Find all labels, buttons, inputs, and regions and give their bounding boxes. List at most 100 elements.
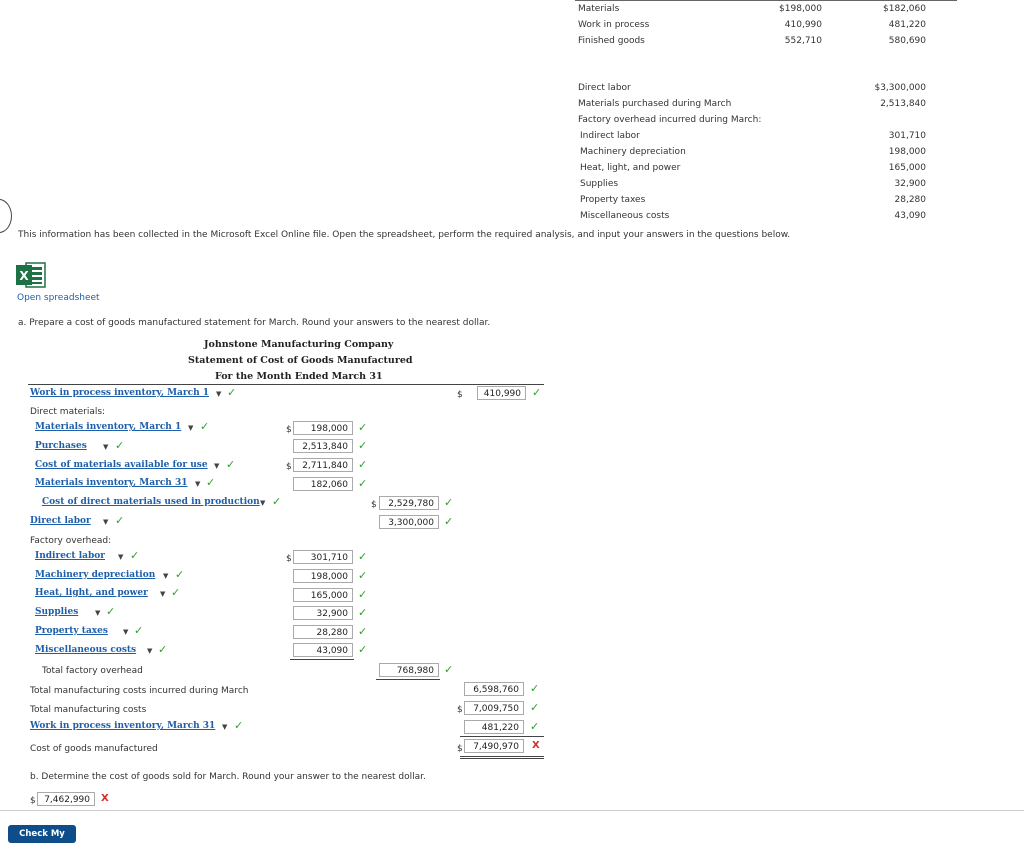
chevron-down-icon[interactable]: ▼ [147, 647, 152, 655]
divider [0, 810, 1024, 811]
materials-end-input[interactable]: 182,060 [293, 477, 353, 491]
row-value: 301,710 [888, 131, 926, 141]
total-overhead-input[interactable]: 768,980 [379, 663, 439, 677]
wip-begin-input[interactable]: 410,990 [477, 386, 526, 400]
chevron-down-icon[interactable]: ▼ [160, 590, 165, 598]
row-label: Work in process [578, 20, 650, 30]
correct-check-icon: ✓ [358, 588, 368, 601]
tmc-input[interactable]: 7,009,750 [464, 701, 524, 715]
row-value: 2,513,840 [880, 99, 926, 109]
dollar-sign: $ [286, 462, 292, 472]
chevron-down-icon[interactable]: ▼ [95, 609, 100, 617]
check-my-work-button[interactable]: Check My Work [8, 825, 76, 857]
dollar-sign: $ [457, 390, 463, 400]
chevron-down-icon[interactable]: ▼ [216, 390, 221, 398]
oh-item-dropdown[interactable]: Miscellaneous costs [35, 645, 136, 655]
correct-check-icon: ✓ [134, 624, 144, 637]
chevron-down-icon[interactable]: ▼ [260, 499, 265, 507]
double-rule [460, 756, 544, 757]
correct-check-icon: ✓ [444, 663, 454, 676]
subtotal-rule [376, 679, 440, 680]
chevron-down-icon[interactable]: ▼ [214, 462, 219, 470]
chevron-down-icon[interactable]: ▼ [163, 572, 168, 580]
correct-check-icon: ✓ [530, 701, 540, 714]
chevron-down-icon[interactable]: ▼ [188, 424, 193, 432]
dollar-sign: $ [286, 554, 292, 564]
wip-end-dropdown[interactable]: Work in process inventory, March 31 [30, 721, 215, 731]
wip-end-input[interactable]: 481,220 [464, 720, 524, 734]
tmc-incurred-input[interactable]: 6,598,760 [464, 682, 524, 696]
oh-item-input[interactable]: 301,710 [293, 550, 353, 564]
dollar-sign: $ [457, 705, 463, 715]
materials-begin-input[interactable]: 198,000 [293, 421, 353, 435]
materials-end-dropdown[interactable]: Materials inventory, March 31 [35, 478, 188, 488]
chevron-down-icon[interactable]: ▼ [195, 480, 200, 488]
header-rule [28, 384, 544, 385]
direct-labor-input[interactable]: 3,300,000 [379, 515, 439, 529]
row-value: 28,280 [894, 195, 927, 205]
row-value: 32,900 [894, 179, 927, 189]
dm-used-input[interactable]: 2,529,780 [379, 496, 439, 510]
oh-item-dropdown[interactable]: Machinery depreciation [35, 570, 155, 580]
oh-item-dropdown[interactable]: Indirect labor [35, 551, 105, 561]
correct-check-icon: ✓ [130, 549, 140, 562]
open-spreadsheet-link[interactable]: Open spreadsheet [17, 293, 100, 303]
direct-labor-dropdown[interactable]: Direct labor [30, 516, 91, 526]
correct-check-icon: ✓ [358, 421, 368, 434]
correct-check-icon: ✓ [358, 606, 368, 619]
purchases-input[interactable]: 2,513,840 [293, 439, 353, 453]
part-b-instructions: b. Determine the cost of goods sold for … [30, 772, 426, 782]
cogm-label: Cost of goods manufactured [30, 744, 158, 754]
excel-icon[interactable]: X [16, 262, 46, 288]
subtotal-rule [290, 659, 354, 660]
row-label: Machinery depreciation [580, 147, 686, 157]
correct-check-icon: ✓ [358, 439, 368, 452]
materials-begin-dropdown[interactable]: Materials inventory, March 1 [35, 422, 181, 432]
oh-item-input[interactable]: 198,000 [293, 569, 353, 583]
chevron-down-icon[interactable]: ▼ [118, 553, 123, 561]
statement-period: For the Month Ended March 31 [215, 371, 383, 382]
wip-begin-dropdown[interactable]: Work in process inventory, March 1 [30, 388, 209, 398]
correct-check-icon: ✓ [175, 568, 185, 581]
dollar-sign: $ [457, 744, 463, 754]
oh-item-input[interactable]: 165,000 [293, 588, 353, 602]
chevron-down-icon[interactable]: ▼ [123, 628, 128, 636]
subtotal-rule [460, 736, 544, 737]
correct-check-icon: ✓ [358, 550, 368, 563]
chevron-down-icon[interactable]: ▼ [222, 723, 227, 731]
step-circle-icon [0, 199, 12, 233]
oh-item-input[interactable]: 32,900 [293, 606, 353, 620]
row-value: $182,060 [883, 4, 926, 14]
oh-item-input[interactable]: 28,280 [293, 625, 353, 639]
dollar-sign: $ [30, 796, 36, 806]
row-value: 580,690 [888, 36, 926, 46]
oh-item-dropdown[interactable]: Supplies [35, 607, 78, 617]
cost-available-input[interactable]: 2,711,840 [293, 458, 353, 472]
cogm-input[interactable]: 7,490,970 [464, 739, 524, 753]
row-label: Direct labor [578, 83, 631, 93]
dollar-sign: $ [286, 425, 292, 435]
row-label: Property taxes [580, 195, 646, 205]
row-value: 481,220 [888, 20, 926, 30]
oh-item-dropdown[interactable]: Heat, light, and power [35, 588, 148, 598]
correct-check-icon: ✓ [358, 625, 368, 638]
info-text: This information has been collected in t… [18, 230, 791, 240]
row-label: Indirect labor [580, 131, 640, 141]
row-value: $3,300,000 [874, 83, 926, 93]
dm-used-dropdown[interactable]: Cost of direct materials used in product… [42, 497, 260, 507]
company-name: Johnstone Manufacturing Company [204, 339, 394, 350]
oh-item-input[interactable]: 43,090 [293, 643, 353, 657]
correct-check-icon: ✓ [530, 720, 540, 733]
correct-check-icon: ✓ [444, 515, 454, 528]
row-label: Factory overhead incurred during March: [578, 115, 762, 125]
correct-check-icon: ✓ [358, 569, 368, 582]
row-value: 410,990 [784, 20, 822, 30]
incorrect-x-icon: X [532, 740, 540, 751]
oh-item-dropdown[interactable]: Property taxes [35, 626, 108, 636]
correct-check-icon: ✓ [358, 458, 368, 471]
chevron-down-icon[interactable]: ▼ [103, 518, 108, 526]
cost-available-dropdown[interactable]: Cost of materials available for use [35, 460, 208, 470]
purchases-dropdown[interactable]: Purchases [35, 441, 87, 451]
cogs-input[interactable]: 7,462,990 [37, 792, 95, 806]
chevron-down-icon[interactable]: ▼ [103, 443, 108, 451]
